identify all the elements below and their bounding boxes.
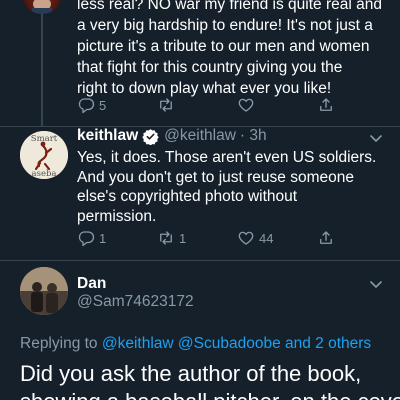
tweet-line: else's copyrighted photo without bbox=[77, 188, 298, 205]
previous-tweet-line: less real? NO war my friend is quite rea… bbox=[77, 0, 382, 13]
previous-tweet-avatar[interactable] bbox=[22, 0, 62, 14]
replying-to-others-link[interactable]: and 2 others bbox=[285, 335, 371, 352]
reply-count: 1 bbox=[99, 230, 107, 246]
chevron-down-icon[interactable] bbox=[369, 131, 383, 145]
tweet-line: And you don't get to just reuse someone bbox=[77, 168, 354, 186]
retweet-button[interactable]: 1 bbox=[157, 229, 237, 247]
tweet-time[interactable]: · 3h bbox=[240, 127, 267, 145]
keithlaw-tweet-text: Yes, it does. Those aren't even US soldi… bbox=[77, 148, 382, 226]
reply-button[interactable]: 1 bbox=[77, 229, 157, 247]
dan-avatar[interactable] bbox=[20, 267, 68, 315]
focus-tweet-text: Did you ask the author of the book, show… bbox=[20, 360, 400, 400]
share-button[interactable] bbox=[317, 229, 335, 247]
reply-button[interactable]: 5 bbox=[77, 96, 157, 114]
share-icon bbox=[320, 98, 332, 111]
tweet-line: Yes, it does. Those aren't even US soldi… bbox=[77, 149, 377, 166]
focus-author-name[interactable]: Dan bbox=[77, 275, 106, 293]
keithlaw-header: keithlaw @keithlaw · 3h bbox=[77, 127, 267, 145]
reply-icon bbox=[78, 98, 95, 114]
tweet-line: permission. bbox=[77, 207, 157, 225]
previous-tweet-line: a very big hardship to endure! It's not … bbox=[77, 17, 373, 34]
like-button[interactable]: 44 bbox=[237, 229, 317, 247]
heart-icon bbox=[238, 231, 254, 245]
previous-tweet-actions: 5 bbox=[77, 94, 377, 116]
focus-author-handle[interactable]: @Sam74623172 bbox=[77, 293, 194, 311]
avatar-text-bottom: aseba bbox=[32, 169, 57, 179]
keithlaw-avatar[interactable]: Smart aseba bbox=[20, 131, 68, 179]
author-name[interactable]: keithlaw bbox=[77, 127, 138, 145]
retweet-icon bbox=[160, 98, 172, 112]
like-button[interactable] bbox=[237, 96, 317, 114]
keithlaw-tweet-actions: 1 1 44 bbox=[77, 227, 377, 249]
share-icon bbox=[320, 231, 332, 244]
like-count: 44 bbox=[259, 230, 274, 246]
replying-to-label: Replying to bbox=[20, 335, 98, 352]
thread-connector-line bbox=[41, 0, 43, 126]
replying-to: Replying to @keithlaw @Scubadoobe and 2 … bbox=[20, 335, 371, 353]
verified-badge-icon bbox=[142, 128, 159, 145]
reply-count: 5 bbox=[99, 97, 107, 113]
previous-tweet-text: less real? NO war my friend is quite rea… bbox=[77, 0, 389, 99]
author-handle[interactable]: @keithlaw bbox=[164, 127, 236, 145]
previous-tweet-line: picture it's a tribute to our men and wo… bbox=[77, 38, 370, 55]
heart-icon bbox=[238, 98, 254, 112]
reply-icon bbox=[78, 231, 95, 247]
focus-tweet-line: showing a baseball pitcher, on the cover bbox=[20, 388, 400, 400]
share-button[interactable] bbox=[317, 96, 335, 114]
previous-tweet-line: that fight for this country giving you t… bbox=[77, 59, 343, 76]
retweet-button[interactable] bbox=[157, 96, 237, 114]
focus-tweet-line: Did you ask the author of the book, bbox=[20, 361, 362, 386]
retweet-count: 1 bbox=[179, 230, 187, 246]
chevron-down-icon[interactable] bbox=[369, 277, 383, 291]
replying-to-users-link[interactable]: @keithlaw @Scubadoobe bbox=[102, 335, 281, 352]
tweet-divider bbox=[0, 260, 400, 261]
retweet-icon bbox=[160, 231, 172, 245]
